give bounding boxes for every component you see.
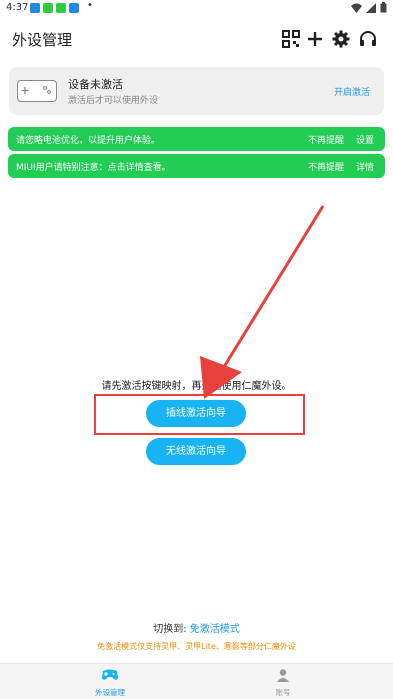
wifi-icon (351, 3, 362, 13)
activation-free-mode-link[interactable]: 免激活模式 (190, 624, 240, 635)
app-notification-icon (43, 3, 53, 13)
device-status-card: 设备未激活 激活后才可以使用外设 开启激活 (9, 67, 384, 115)
activation-prompt: 请先激活按键映射，再开始使用仁魔外设。 (101, 381, 292, 392)
wireless-activation-button[interactable]: 无线激活向导 (146, 438, 246, 465)
tab-device-management[interactable]: 外设管理 (75, 667, 145, 698)
signal-icon (366, 2, 376, 13)
dismiss-button[interactable]: 不再提醒 (308, 160, 344, 173)
settings-button[interactable]: 设置 (356, 133, 374, 146)
miui-notice-banner: MIUI用户请特别注意：点击详情查看。 不再提醒 详情 (8, 154, 385, 178)
gear-icon[interactable] (331, 29, 351, 49)
notification-icons (30, 3, 79, 13)
tab-account[interactable]: 账号 (248, 667, 318, 698)
tab-label: 外设管理 (95, 688, 125, 697)
dismiss-button[interactable]: 不再提醒 (308, 133, 344, 146)
gamepad-icon (17, 80, 57, 102)
status-dot: • (87, 0, 93, 11)
tab-label: 账号 (275, 688, 291, 697)
device-status-title: 设备未激活 (68, 78, 123, 91)
headset-icon[interactable] (358, 29, 378, 49)
app-bar: 外设管理 (0, 22, 393, 58)
battery-icon (380, 2, 387, 13)
add-icon[interactable] (305, 29, 325, 49)
banner-message: MIUI用户请特别注意：点击详情查看。 (16, 163, 171, 173)
battery-optimization-banner: 请您略电池优化，以提升用户体验。 不再提醒 设置 (8, 127, 385, 151)
page-title: 外设管理 (12, 31, 73, 49)
qr-scan-icon[interactable] (281, 29, 301, 49)
status-right (351, 2, 387, 13)
annotation-highlight-box (94, 394, 305, 435)
gamepad-icon (102, 669, 118, 680)
status-time: 4:37 (6, 2, 29, 13)
mode-switch-row: 切换到: 免激活模式 (0, 620, 393, 635)
app-notification-icon (30, 3, 40, 13)
status-bar: 4:37 • (0, 0, 393, 18)
details-button[interactable]: 详情 (356, 160, 374, 173)
app-notification-icon (56, 3, 66, 13)
bottom-navigation: 外设管理 账号 (0, 663, 393, 699)
switch-label: 切换到: (153, 624, 187, 635)
banner-message: 请您略电池优化，以提升用户体验。 (16, 136, 161, 146)
person-icon (277, 669, 289, 682)
start-activation-link[interactable]: 开启激活 (334, 85, 370, 98)
app-notification-icon (69, 3, 79, 13)
compatibility-note: 免激活模式仅支持灵甲、灵甲Lite、寒影等部分仁魔外设 (97, 642, 296, 651)
device-status-subtitle: 激活后才可以使用外设 (68, 96, 159, 106)
